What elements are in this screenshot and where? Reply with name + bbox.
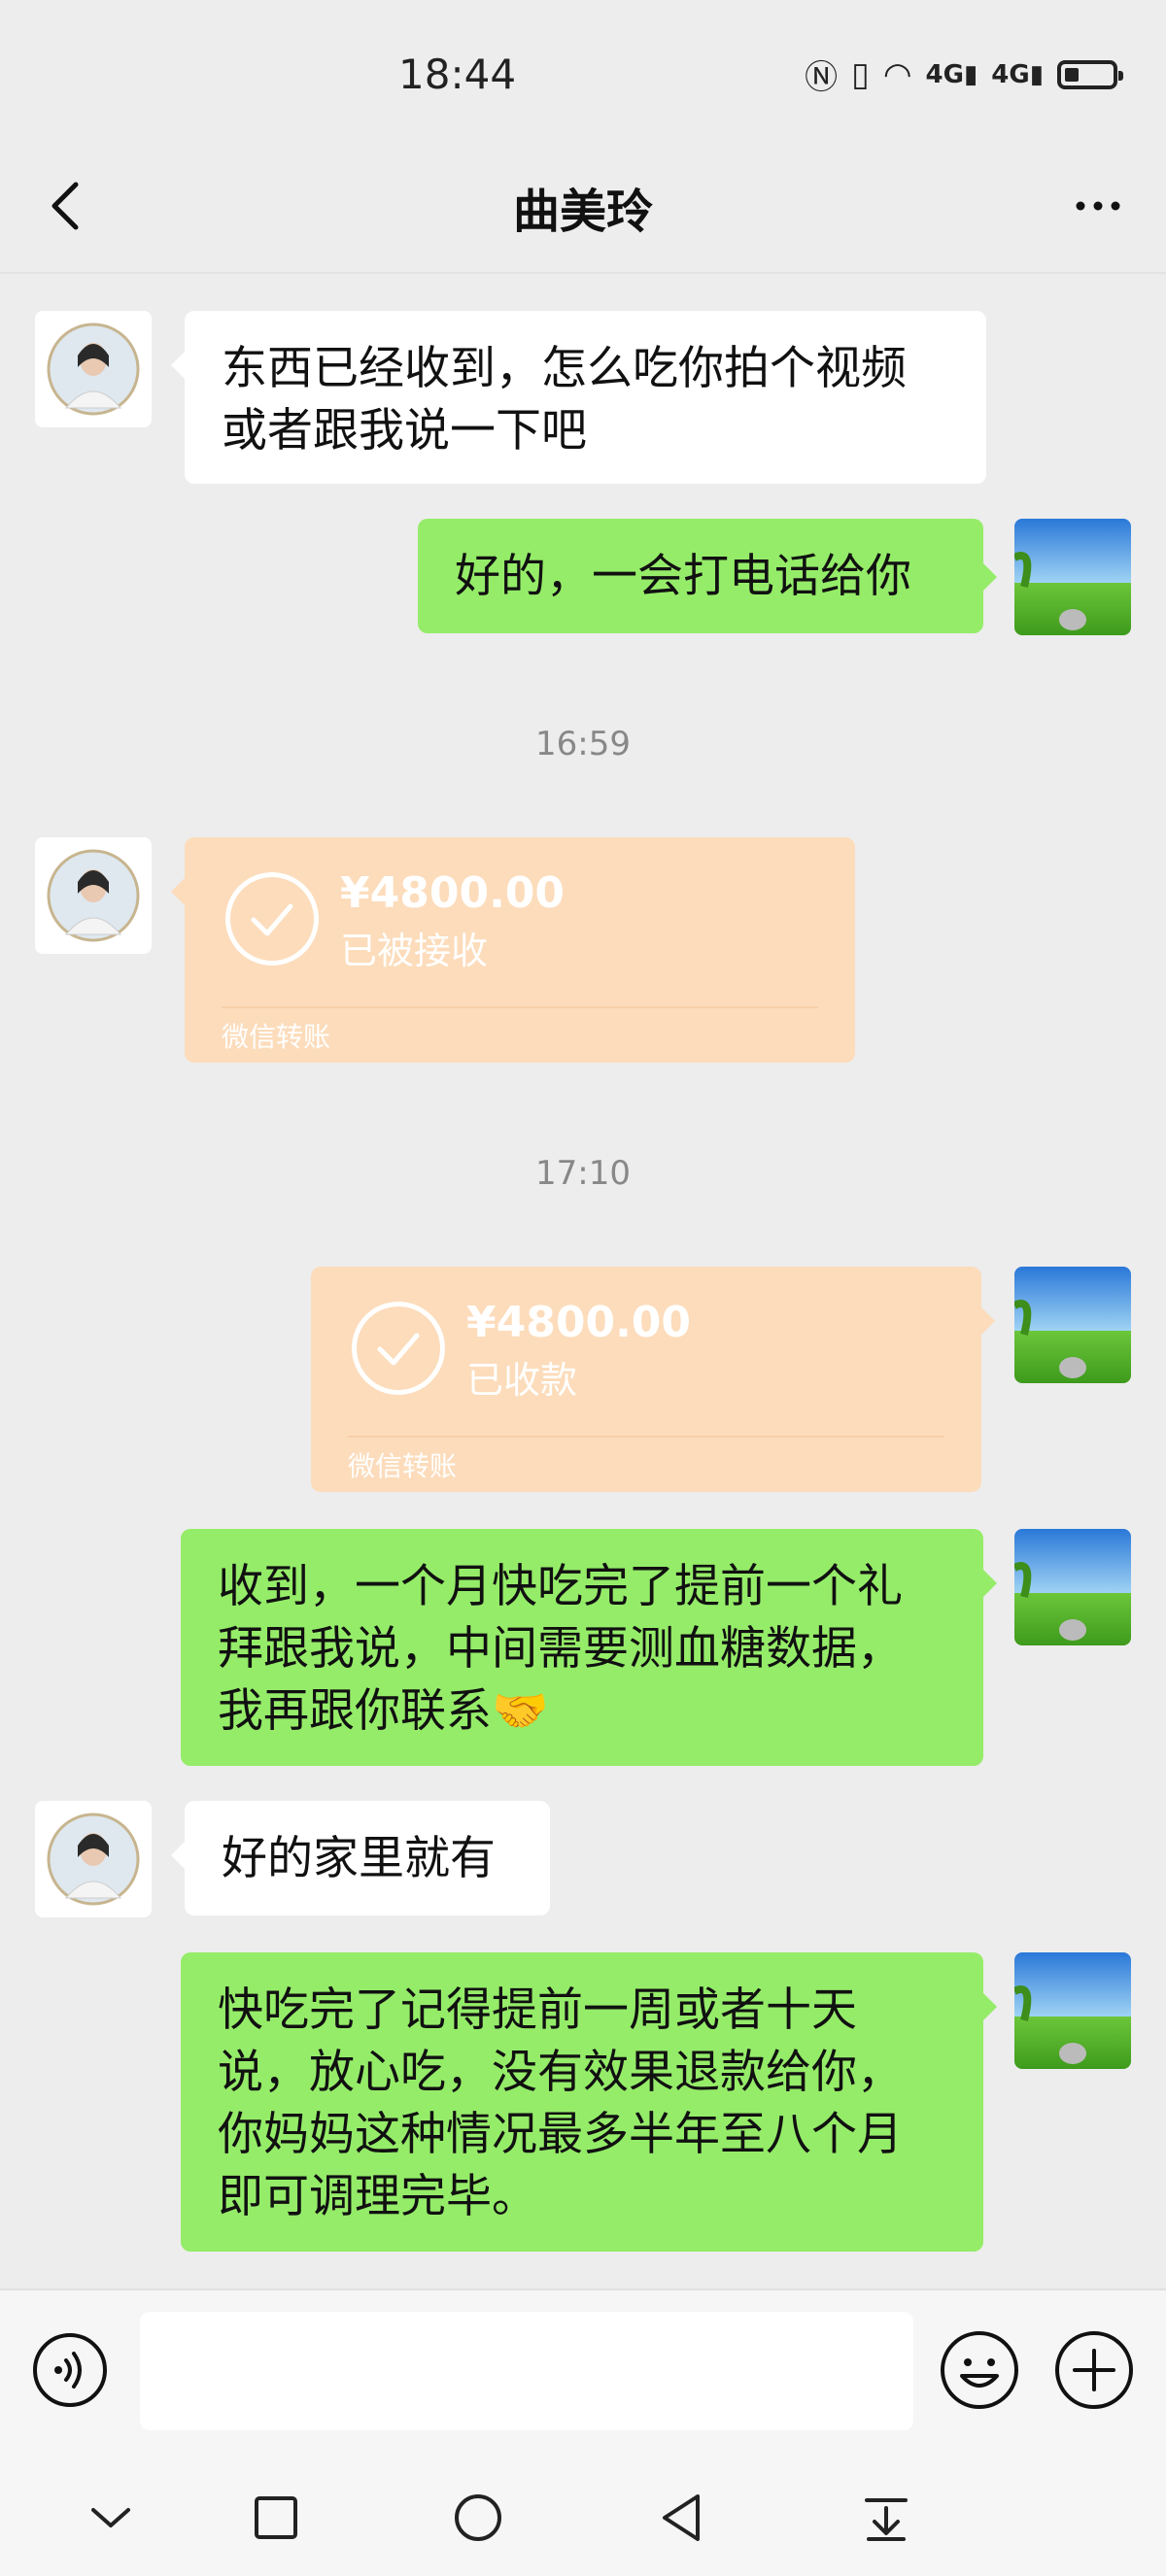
message-text-line: 好的家里就有: [222, 1832, 496, 1885]
back-triangle-icon[interactable]: [651, 2487, 713, 2549]
transfer-label: 微信转账: [348, 1450, 458, 1482]
message-bubble-incoming[interactable]: 好的家里就有: [185, 1801, 550, 1915]
message-bubble-outgoing[interactable]: 收到，一个月快吃完了提前一个礼 拜跟我说，中间需要测血糖数据， 我再跟你联系🤝: [181, 1529, 983, 1766]
message-text-line: 好的，一会打电话给你: [455, 550, 911, 603]
message-input[interactable]: [140, 2312, 913, 2430]
system-nav-bar: [0, 2448, 1166, 2576]
nfc-icon: Ⓝ: [805, 58, 839, 97]
transfer-label: 微信转账: [222, 1021, 331, 1053]
check-circle-icon: [352, 1302, 445, 1395]
plus-icon[interactable]: [1053, 2329, 1135, 2411]
status-bar: 18:44 Ⓝ ▯ ◠ 4G▮ 4G▮: [0, 0, 1166, 155]
check-circle-icon: [225, 872, 319, 966]
message-text-line: 你妈妈这种情况最多半年至八个月: [218, 2108, 903, 2161]
my-avatar[interactable]: [1014, 1952, 1131, 2069]
emoji-icon[interactable]: [939, 2329, 1020, 2411]
transfer-card-received[interactable]: ¥4800.00 已被接收 微信转账: [185, 837, 855, 1063]
chat-title: 曲美玲: [512, 185, 653, 239]
signal-2-icon: 4G▮: [991, 59, 1044, 89]
transfer-amount: ¥4800.00: [340, 868, 566, 918]
status-time: 18:44: [398, 51, 517, 98]
contact-avatar[interactable]: [35, 1801, 152, 1917]
recent-apps-icon[interactable]: [245, 2487, 307, 2549]
contact-avatar[interactable]: [35, 311, 152, 427]
message-text-line: 东西已经收到，怎么吃你拍个视频: [222, 342, 907, 395]
notification-pull-icon[interactable]: [855, 2487, 917, 2549]
message-text-line: 我再跟你联系🤝: [218, 1684, 549, 1738]
message-text-line: 收到，一个月快吃完了提前一个礼: [218, 1560, 903, 1613]
message-text-line: 即可调理完毕。: [218, 2170, 537, 2223]
message-text-line: 或者跟我说一下吧: [222, 404, 587, 458]
chevron-down-icon[interactable]: [80, 2487, 142, 2549]
timestamp: 17:10: [535, 1154, 631, 1193]
message-text-line: 快吃完了记得提前一周或者十天: [218, 1983, 857, 2037]
transfer-amount: ¥4800.00: [466, 1298, 692, 1347]
voice-icon[interactable]: [31, 2331, 109, 2409]
signal-1-icon: 4G▮: [925, 59, 978, 89]
message-bubble-incoming[interactable]: 东西已经收到，怎么吃你拍个视频 或者跟我说一下吧: [185, 311, 986, 484]
input-bar: [0, 2288, 1166, 2450]
transfer-status: 已收款: [466, 1359, 578, 1402]
my-avatar[interactable]: [1014, 1267, 1131, 1383]
wifi-icon: ◠: [882, 54, 912, 94]
contact-avatar[interactable]: [35, 837, 152, 954]
timestamp: 16:59: [535, 725, 631, 763]
battery-icon: [1057, 59, 1123, 89]
message-bubble-outgoing[interactable]: 快吃完了记得提前一周或者十天 说，放心吃，没有效果退款给你， 你妈妈这种情况最多…: [181, 1952, 983, 2252]
transfer-status: 已被接收: [340, 930, 489, 972]
vibrate-icon: ▯: [851, 54, 870, 94]
my-avatar[interactable]: [1014, 1529, 1131, 1645]
status-icons: Ⓝ ▯ ◠ 4G▮ 4G▮: [805, 51, 1123, 98]
more-icon[interactable]: [1059, 177, 1137, 235]
my-avatar[interactable]: [1014, 519, 1131, 635]
message-bubble-outgoing[interactable]: 好的，一会打电话给你: [418, 519, 983, 633]
home-icon[interactable]: [447, 2487, 509, 2549]
message-text-line: 说，放心吃，没有效果退款给你，: [218, 2046, 903, 2099]
message-text-line: 拜跟我说，中间需要测血糖数据，: [218, 1622, 903, 1676]
transfer-card-collected[interactable]: ¥4800.00 已收款 微信转账: [311, 1267, 981, 1492]
chat-header: 曲美玲: [0, 155, 1166, 274]
